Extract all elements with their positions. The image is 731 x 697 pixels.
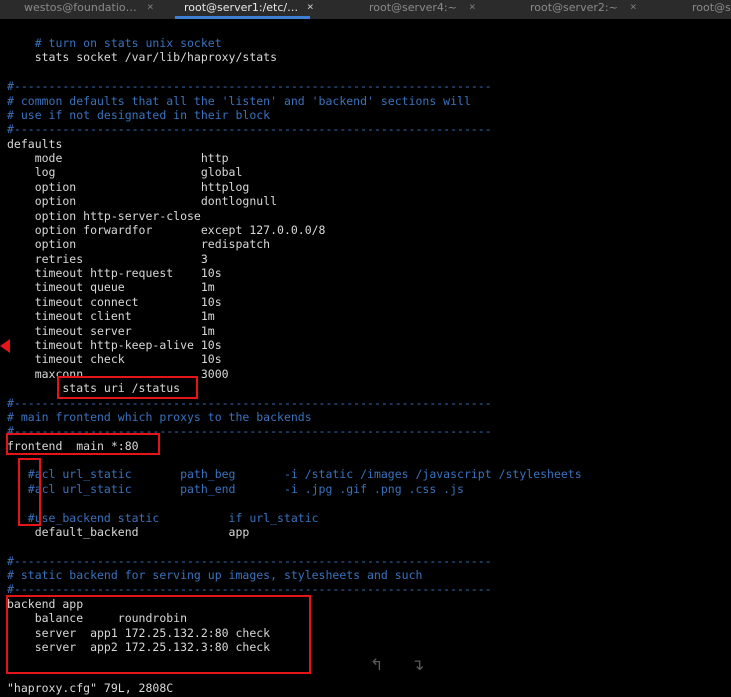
code-line: # turn on stats unix socket [7,36,222,50]
code-line: timeout server 1m [7,323,215,338]
code-line: timeout connect 10s [7,294,222,309]
code-line: # static backend for serving up images, … [7,568,423,583]
code-line: #use_backend static if url_static [7,510,319,525]
code-line: option forwardfor except 127.0.0.0/8 [7,222,326,237]
code-line: # use if not designated in their block [7,107,271,122]
code-line: #---------------------------------------… [7,122,492,137]
highlight-box-backend-app [6,595,311,674]
tab-server-truncated[interactable]: root@s [692,0,731,19]
highlight-box-commented-acl [18,458,41,526]
tab-close-icon[interactable]: × [147,0,154,13]
tab-label: root@server2:~ [530,1,618,14]
code-line: #acl url_static path_end -i .jpg .gif .p… [7,481,464,496]
code-line: option redispatch [7,237,271,252]
code-line: #---------------------------------------… [7,553,492,568]
code-line: #---------------------------------------… [7,79,492,94]
tab-close-icon[interactable]: × [469,0,476,13]
code-line: log global [7,165,243,180]
terminal-tab-bar: westos@foundatio… × root@server1:/etc/… … [0,0,731,19]
code-line: #acl url_static path_beg -i /static /ima… [7,467,582,482]
code-line: option dontlognull [7,194,278,209]
code-line: timeout client 1m [7,309,215,324]
code-line: timeout http-keep-alive 10s [7,337,222,352]
code-line: default_backend app [7,524,250,539]
tab-label: root@server1:/etc/… [184,1,299,14]
tab-close-icon[interactable]: × [630,0,637,13]
tab-label: root@s [692,1,731,14]
tab-close-icon[interactable]: × [307,0,314,13]
tab-server1-active[interactable]: root@server1:/etc/… [175,0,310,19]
code-line: timeout queue 1m [7,280,215,295]
scroll-up-icon[interactable]: ↰ [370,655,383,674]
highlight-box-stats-uri [57,376,198,399]
code-line: mode http [7,151,229,166]
code-line: option http-server-close [7,208,201,223]
tab-westos-foundation[interactable]: westos@foundatio… [24,0,136,19]
code-line: # main frontend which proxys to the back… [7,409,312,424]
code-line: # common defaults that all the 'listen' … [7,93,471,108]
tab-server4[interactable]: root@server4:~ [369,0,469,19]
tab-server2[interactable]: root@server2:~ [530,0,625,19]
editor-status-line: "haproxy.cfg" 79L, 2808C [7,681,174,695]
code-line: stats socket /var/lib/haproxy/stats [7,50,278,65]
highlight-box-frontend [6,433,160,455]
tab-label: westos@foundatio… [24,1,136,14]
left-arrow-marker-icon [0,339,10,353]
code-line: option httplog [7,179,250,194]
code-line: timeout http-request 10s [7,266,222,281]
code-line: retries 3 [7,251,208,266]
tab-label: root@server4:~ [369,1,457,14]
scroll-down-icon[interactable]: ↴ [411,655,424,674]
code-line: timeout check 10s [7,352,222,367]
code-line: defaults [7,136,63,151]
